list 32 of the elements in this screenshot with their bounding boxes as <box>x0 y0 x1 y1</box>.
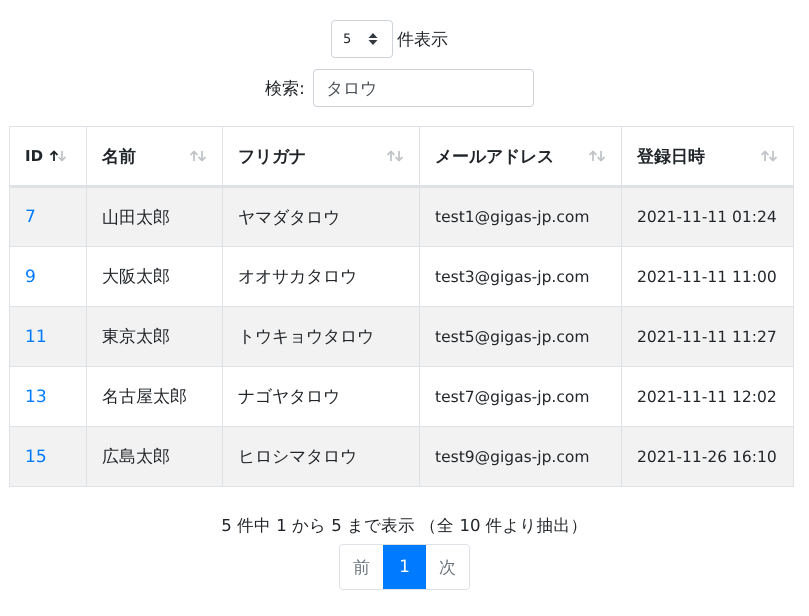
table-cell: 大阪太郎 <box>102 267 170 287</box>
page-button[interactable]: 1 <box>383 545 426 589</box>
table-cell: 2021-11-11 11:00 <box>637 268 777 286</box>
table-cell: 2021-11-11 01:24 <box>637 208 777 226</box>
table-cell: test1@gigas-jp.com <box>435 208 590 226</box>
id-link[interactable]: 15 <box>25 446 47 466</box>
table-cell: ヤマダタロウ <box>238 208 340 228</box>
search-field[interactable]: タロウ <box>312 69 534 107</box>
table-cell: 広島太郎 <box>102 447 170 467</box>
table-cell: test3@gigas-jp.com <box>435 268 590 286</box>
table-info-text: 5 件中 1 から 5 まで表示 （全 10 件より抽出） <box>221 516 588 535</box>
table-cell: 2021-11-11 12:02 <box>637 388 777 406</box>
table-cell: ヒロシマタロウ <box>238 447 357 467</box>
length-label: 件表示 <box>397 28 448 50</box>
table-cell: 名古屋太郎 <box>102 387 187 407</box>
table-cell: 2021-11-26 16:10 <box>637 448 777 466</box>
table-cell: 山田太郎 <box>102 208 170 228</box>
table-cell: test5@gigas-jp.com <box>435 328 590 346</box>
id-link[interactable]: 13 <box>25 386 47 406</box>
table-cell: 2021-11-11 11:27 <box>637 328 777 346</box>
table-cell: トウキョウタロウ <box>238 327 374 347</box>
table-cell: test9@gigas-jp.com <box>435 448 590 466</box>
search-label: 検索: <box>265 78 305 100</box>
id-link[interactable]: 11 <box>25 326 47 346</box>
table-cell: test7@gigas-jp.com <box>435 388 590 406</box>
id-link[interactable]: 9 <box>25 266 36 286</box>
updown-icon <box>368 32 378 46</box>
id-link[interactable]: 7 <box>25 207 36 227</box>
table-cell: オオサカタロウ <box>238 267 357 287</box>
table-cell: ナゴヤタロウ <box>238 387 340 407</box>
table-cell: 東京太郎 <box>102 327 170 347</box>
page-length-select[interactable]: 5 <box>331 20 393 58</box>
